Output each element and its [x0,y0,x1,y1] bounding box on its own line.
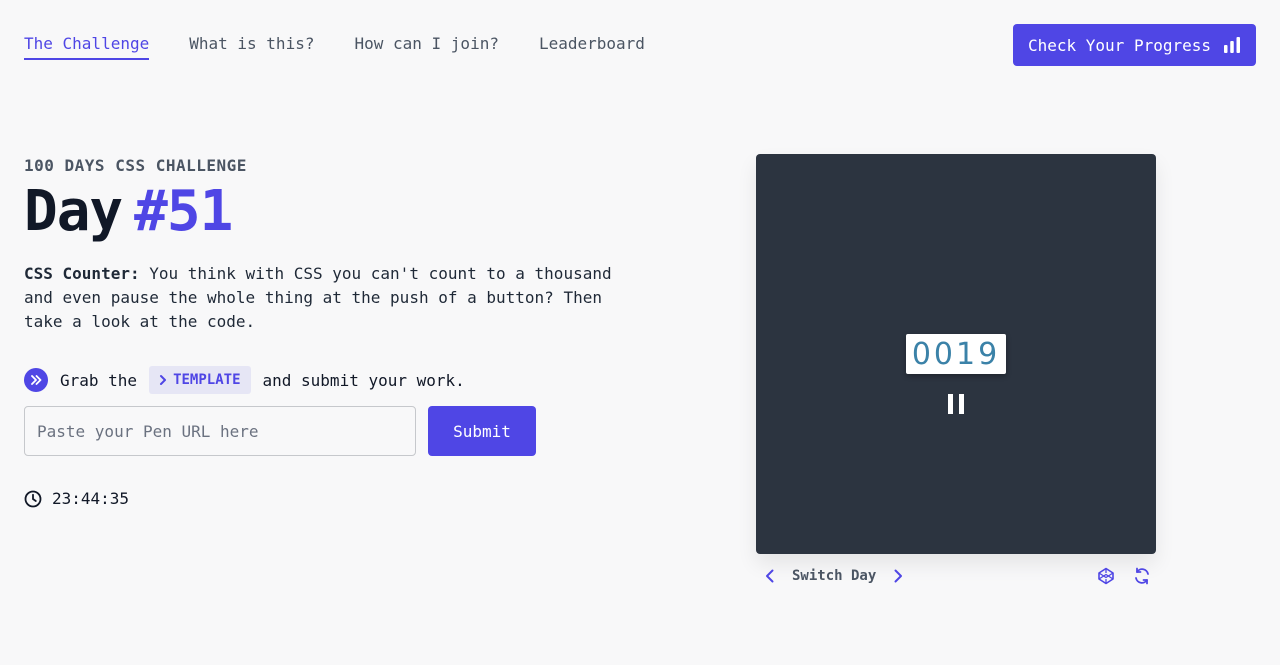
nav-links: The Challenge What is this? How can I jo… [24,34,645,60]
switch-day-label: Switch Day [792,568,877,584]
page-title: Day #51 [24,178,233,246]
challenge-description: CSS Counter: You think with CSS you can'… [24,262,624,334]
chevron-right-icon [160,375,167,385]
submit-button[interactable]: Submit [428,406,536,456]
chevron-left-icon[interactable] [760,566,780,586]
template-link[interactable]: TEMPLATE [149,366,251,394]
challenge-preview: 0019 [756,154,1156,554]
nav-link-the-challenge[interactable]: The Challenge [24,34,150,60]
codepen-icon[interactable] [1096,566,1116,586]
template-label: TEMPLATE [173,372,241,388]
title-day: Day [24,179,123,244]
grab-prefix: Grab the [60,370,138,390]
refresh-icon[interactable] [1132,566,1152,586]
switch-day-control: Switch Day [760,566,908,586]
description-heading: CSS Counter: [24,264,140,283]
nav-link-how-can-i-join[interactable]: How can I join? [354,34,499,60]
bar-chart-icon [1224,37,1241,53]
nav-link-what-is-this[interactable]: What is this? [189,34,314,60]
challenge-eyebrow: 100 DAYS CSS CHALLENGE [24,156,247,175]
countdown-timer: 23:44:35 [24,489,129,508]
counter-display: 0019 [906,334,1006,374]
timer-value: 23:44:35 [52,489,130,508]
check-progress-label: Check Your Progress [1027,35,1212,55]
grab-template-row: Grab the TEMPLATE and submit your work. [24,366,465,394]
chevron-right-icon[interactable] [888,566,908,586]
pen-url-input[interactable] [24,406,416,456]
grab-suffix: and submit your work. [262,370,465,390]
top-nav: The Challenge What is this? How can I jo… [24,24,1256,66]
title-day-number: #51 [134,179,233,244]
nav-link-leaderboard[interactable]: Leaderboard [539,34,645,60]
double-chevron-right-icon [24,368,48,392]
preview-tools [1096,566,1152,586]
pause-icon[interactable] [946,394,966,414]
clock-icon [24,490,42,507]
check-progress-button[interactable]: Check Your Progress [1013,24,1256,66]
